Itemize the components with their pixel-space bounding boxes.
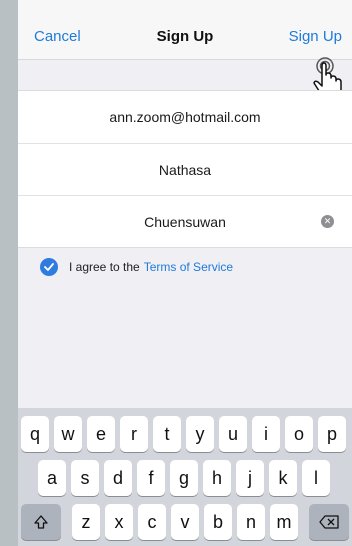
key-x[interactable]: x [105,504,133,540]
agree-text: I agree to the [69,260,140,274]
on-screen-keyboard: qwertyuiop asdfghjkl zxcvbnm [18,408,352,546]
signup-screen: Cancel Sign Up Sign Up ann.zoom@hotmail.… [18,0,352,546]
key-d[interactable]: d [104,460,132,496]
backspace-icon [319,515,339,529]
key-l[interactable]: l [302,460,330,496]
key-i[interactable]: i [252,416,280,452]
key-m[interactable]: m [270,504,298,540]
key-g[interactable]: g [170,460,198,496]
first-name-value: Nathasa [158,161,212,178]
key-k[interactable]: k [269,460,297,496]
terms-agreement: I agree to the Terms of Service [40,258,233,276]
signup-button[interactable]: Sign Up [289,28,342,45]
key-h[interactable]: h [203,460,231,496]
key-a[interactable]: a [38,460,66,496]
key-o[interactable]: o [285,416,313,452]
key-p[interactable]: p [318,416,346,452]
email-field[interactable]: ann.zoom@hotmail.com [18,91,352,143]
checkmark-icon [44,263,54,271]
key-t[interactable]: t [153,416,181,452]
key-v[interactable]: v [171,504,199,540]
key-f[interactable]: f [137,460,165,496]
key-w[interactable]: w [54,416,82,452]
key-n[interactable]: n [237,504,265,540]
key-y[interactable]: y [186,416,214,452]
key-u[interactable]: u [219,416,247,452]
shift-key[interactable] [21,504,61,540]
key-c[interactable]: c [138,504,166,540]
last-name-value: Chuensuwan [144,213,226,230]
navigation-bar: Cancel Sign Up Sign Up [18,0,352,60]
key-q[interactable]: q [21,416,49,452]
terms-of-service-link[interactable]: Terms of Service [144,260,233,274]
last-name-field[interactable]: Chuensuwan ✕ [18,195,352,247]
shift-icon [34,515,48,529]
key-j[interactable]: j [236,460,264,496]
first-name-field[interactable]: Nathasa [18,143,352,195]
key-b[interactable]: b [204,504,232,540]
key-r[interactable]: r [120,416,148,452]
keyboard-row-1: qwertyuiop [18,416,352,452]
key-e[interactable]: e [87,416,115,452]
signup-form: ann.zoom@hotmail.com Nathasa Chuensuwan … [18,90,352,248]
clear-text-icon[interactable]: ✕ [321,215,334,228]
delete-key[interactable] [309,504,349,540]
key-z[interactable]: z [72,504,100,540]
agree-checkbox[interactable] [40,258,58,276]
keyboard-row-2: asdfghjkl [18,460,352,496]
keyboard-row-3: zxcvbnm [18,504,352,540]
email-value: ann.zoom@hotmail.com [109,109,261,125]
key-s[interactable]: s [71,460,99,496]
